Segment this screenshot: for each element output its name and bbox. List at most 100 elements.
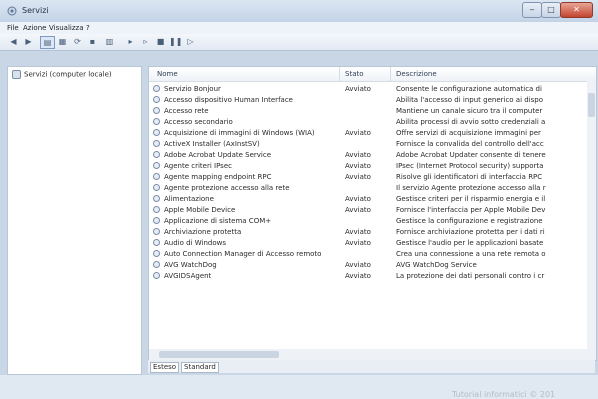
table-row[interactable]: Agente mapping endpoint RPC Avviato Risolv… [149, 172, 587, 183]
service-name: Agente mapping endpoint RPC [164, 173, 272, 181]
service-status: Avviato [345, 173, 371, 181]
play-alt-icon[interactable]: ▹ [139, 36, 152, 47]
properties-icon[interactable]: ▦ [56, 36, 69, 47]
service-name: Agente protezione accesso alla rete [164, 184, 290, 192]
service-description: Gestisce la configurazione e registrazio… [396, 217, 543, 225]
service-status: Avviato [345, 261, 371, 269]
toolbar: ◀ ▶ ▤ ▦ ⟳ ▪ ▥ ▸ ▹ ■ ❚❚ ▷ [0, 34, 598, 51]
table-row[interactable]: Apple Mobile Device Avviato Fornisce l'int… [149, 205, 587, 216]
horizontal-scroll-thumb[interactable] [159, 351, 279, 358]
column-divider[interactable] [339, 67, 340, 81]
tab-standard[interactable]: Standard [181, 362, 219, 373]
vertical-scroll-thumb[interactable] [588, 93, 595, 117]
restart-icon[interactable]: ▷ [184, 36, 197, 47]
column-header-name[interactable]: Nome [157, 70, 178, 78]
close-button[interactable]: ✕ [560, 2, 593, 18]
menu-azione[interactable]: Azione [23, 24, 46, 32]
service-description: Consente le configurazione automatica di [396, 85, 542, 93]
table-row[interactable]: AVG WatchDog Avviato AVG WatchDog Service [149, 260, 587, 271]
table-row[interactable]: Acquisizione di immagini di Windows (WIA… [149, 128, 587, 139]
table-row[interactable]: Agente protezione accesso alla rete Il se… [149, 183, 587, 194]
service-gear-icon [153, 250, 160, 257]
service-status: Avviato [345, 228, 371, 236]
stop-icon[interactable]: ■ [154, 36, 167, 47]
service-gear-icon [153, 184, 160, 191]
service-status: Avviato [345, 151, 371, 159]
service-description: Offre servizi di acquisizione immagini p… [396, 129, 541, 137]
service-description: Abilita l'accesso di input generico ai d… [396, 96, 544, 104]
service-gear-icon [153, 239, 160, 246]
service-status: Avviato [345, 195, 371, 203]
service-name: AVGIDSAgent [164, 272, 212, 280]
service-gear-icon [153, 173, 160, 180]
service-description: Risolve gli identificatori di interfacci… [396, 173, 543, 181]
table-row[interactable]: Accesso secondario Abilita processi di av… [149, 117, 587, 128]
menu-file[interactable]: File [7, 24, 19, 32]
service-description: Abilita processi di avvio sotto credenzi… [396, 118, 546, 126]
column-divider[interactable] [390, 67, 391, 81]
table-row[interactable]: Adobe Acrobat Update Service Avviato Adobe… [149, 150, 587, 161]
table-row[interactable]: ActiveX Installer (AxInstSV) Fornisce la … [149, 139, 587, 150]
service-status: Avviato [345, 129, 371, 137]
tab-esteso[interactable]: Esteso [150, 362, 180, 373]
service-status: Avviato [345, 239, 371, 247]
service-gear-icon [153, 96, 160, 103]
table-row[interactable]: Archiviazione protetta Avviato Fornisce ar… [149, 227, 587, 238]
table-row[interactable]: AVGIDSAgent Avviato La protezione dei dati… [149, 271, 587, 282]
service-name: Accesso rete [164, 107, 209, 115]
service-gear-icon [153, 261, 160, 268]
service-gear-icon [153, 118, 160, 125]
tree-item-services-local[interactable]: Servizi (computer locale) [12, 70, 112, 79]
watermark-text: Tutorial informatici © 201 [452, 390, 556, 399]
service-gear-icon [153, 85, 160, 92]
table-row[interactable]: Accesso rete Mantiene un canale sicuro tr… [149, 106, 587, 117]
service-gear-icon [153, 107, 160, 114]
service-status: Avviato [345, 272, 371, 280]
service-name: Alimentazione [164, 195, 214, 203]
service-name: Auto Connection Manager di Accesso remot… [164, 250, 322, 258]
console-tree-icon[interactable]: ▤ [40, 36, 55, 49]
pause-icon[interactable]: ❚❚ [169, 36, 182, 47]
service-name: Acquisizione di immagini di Windows (WIA… [164, 129, 315, 137]
table-row[interactable]: Agente criteri IPsec Avviato IPsec (Intern… [149, 161, 587, 172]
list-header: Nome Stato Descrizione [149, 67, 596, 82]
table-row[interactable]: Auto Connection Manager di Accesso remot… [149, 249, 587, 260]
maximize-button[interactable]: □ [541, 2, 561, 18]
service-gear-icon [153, 140, 160, 147]
service-description: Gestisce l'audio per le applicazioni bas… [396, 239, 544, 247]
service-name: AVG WatchDog [164, 261, 217, 269]
table-row[interactable]: Audio di Windows Avviato Gestisce l'audio … [149, 238, 587, 249]
console-tree: Servizi (computer locale) [7, 66, 142, 375]
service-status: Avviato [345, 162, 371, 170]
help-icon[interactable]: ▪ [86, 36, 99, 47]
service-name: Accesso secondario [164, 118, 233, 126]
back-arrow-icon[interactable]: ◀ [7, 36, 20, 47]
service-gear-icon [153, 217, 160, 224]
table-row[interactable]: Servizio Bonjour Avviato Consente le confi… [149, 84, 587, 95]
refresh-icon[interactable]: ⟳ [71, 36, 84, 47]
service-name: ActiveX Installer (AxInstSV) [164, 140, 260, 148]
minimize-button[interactable]: ‒ [522, 2, 542, 18]
vertical-scrollbar[interactable] [587, 81, 596, 349]
menu-help[interactable]: ? [86, 24, 90, 32]
play-icon[interactable]: ▸ [124, 36, 137, 47]
service-name: Audio di Windows [164, 239, 226, 247]
menu-visualizza[interactable]: Visualizza [49, 24, 83, 32]
service-status: Avviato [345, 85, 371, 93]
column-header-status[interactable]: Stato [345, 70, 364, 78]
horizontal-scrollbar[interactable] [149, 349, 596, 360]
service-gear-icon [153, 151, 160, 158]
service-description: Adobe Acrobat Updater consente di tenere [396, 151, 546, 159]
column-header-description[interactable]: Descrizione [396, 70, 437, 78]
service-description: Crea una connessione a una rete remota o [396, 250, 546, 258]
table-row[interactable]: Accesso dispositivo Human Interface Abili… [149, 95, 587, 106]
table-row[interactable]: Alimentazione Avviato Gestisce criteri per… [149, 194, 587, 205]
services-node-icon [12, 70, 21, 79]
service-name: Apple Mobile Device [164, 206, 236, 214]
window-title: Servizi [22, 6, 49, 15]
export-icon[interactable]: ▥ [103, 36, 116, 47]
table-row[interactable]: Applicazione di sistema COM+ Gestisce la … [149, 216, 587, 227]
service-description: Gestisce criteri per il risparmio energi… [396, 195, 546, 203]
forward-arrow-icon[interactable]: ▶ [22, 36, 35, 47]
service-gear-icon [153, 129, 160, 136]
